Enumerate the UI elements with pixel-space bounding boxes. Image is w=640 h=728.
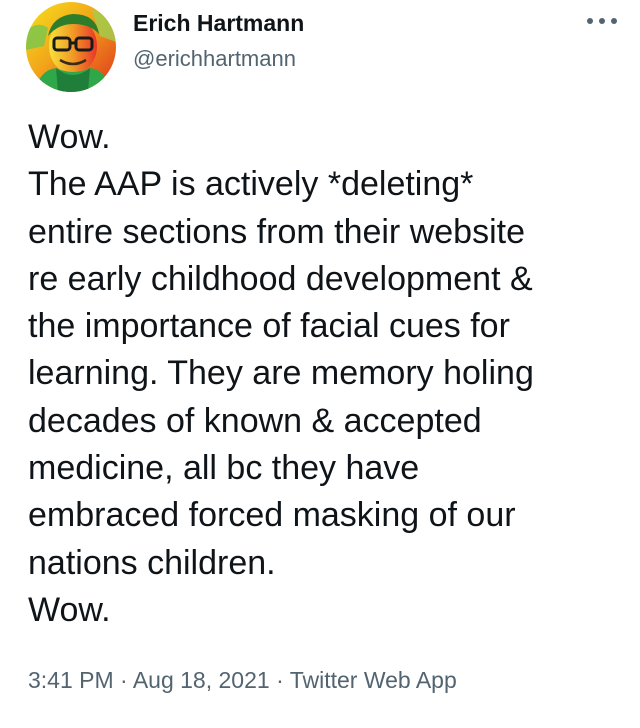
tweet-text-line: the importance of facial cues for — [28, 307, 510, 346]
author-handle[interactable]: @erichhartmann — [133, 46, 296, 72]
more-options-button[interactable] — [582, 4, 622, 38]
tweet-text-line: entire sections from their website — [28, 212, 525, 251]
tweet-time[interactable]: 3:41 PM — [28, 667, 114, 693]
tweet-text: Wow. The AAP is actively *deleting* enti… — [28, 114, 628, 634]
tweet-card: Erich Hartmann @erichhartmann Wow. The A… — [0, 0, 640, 728]
meta-separator: · — [276, 667, 290, 693]
tweet-text-line: nations children. — [28, 543, 276, 582]
tweet-date[interactable]: Aug 18, 2021 — [133, 667, 270, 693]
tweet-text-line: learning. They are memory holing — [28, 354, 534, 393]
tweet-text-line: re early childhood development & — [28, 259, 533, 298]
avatar[interactable] — [26, 2, 116, 92]
tweet-text-line: decades of known & accepted — [28, 401, 482, 440]
tweet-text-line: medicine, all bc they have — [28, 449, 420, 488]
author-name[interactable]: Erich Hartmann — [133, 10, 304, 37]
tweet-text-line: embraced forced masking of our — [28, 496, 516, 535]
meta-separator: · — [120, 667, 133, 693]
tweet-metadata: 3:41 PM · Aug 18, 2021 · Twitter Web App — [28, 667, 457, 694]
tweet-source[interactable]: Twitter Web App — [290, 667, 457, 693]
tweet-text-line: Wow. — [28, 118, 111, 156]
tweet-text-line: Wow. — [28, 590, 111, 629]
tweet-text-line: The AAP is actively *deleting* — [28, 165, 474, 204]
more-options-icon — [587, 18, 617, 24]
profile-photo-avatar-icon — [26, 2, 116, 92]
